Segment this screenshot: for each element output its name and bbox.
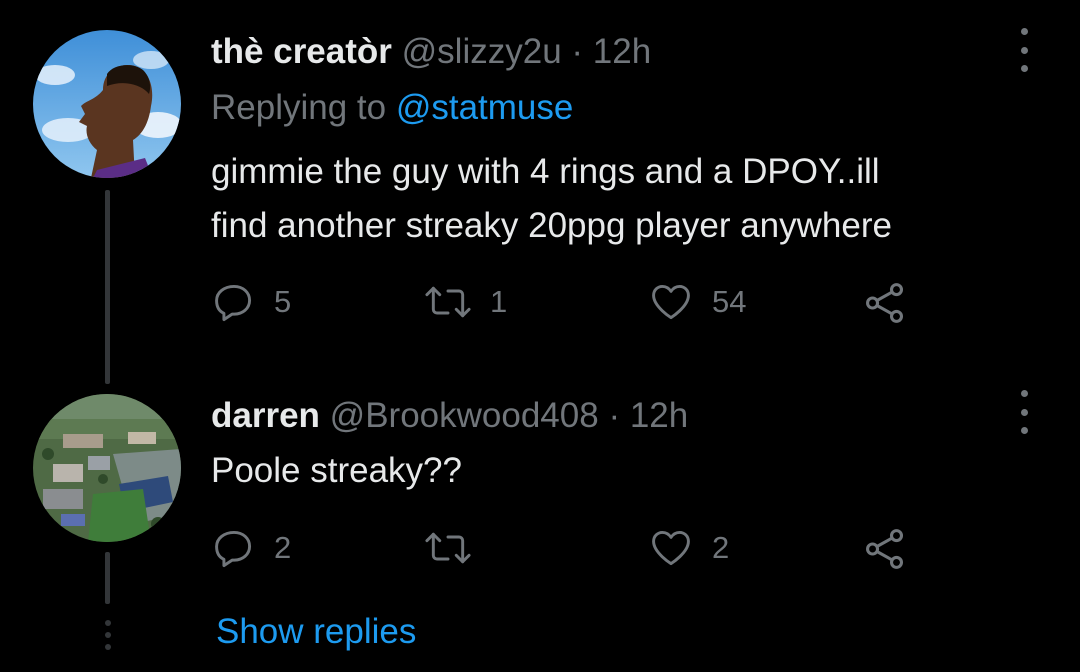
share-icon	[866, 529, 904, 569]
retweet-button[interactable]	[424, 526, 490, 570]
user-handle[interactable]: @slizzy2u	[402, 32, 562, 71]
tweet-1[interactable]: thè creatòr @slizzy2u · 12h Replying to …	[0, 0, 1080, 390]
retweet-button[interactable]: 1	[424, 280, 507, 324]
display-name[interactable]: thè creatòr	[211, 32, 392, 71]
reply-count: 2	[274, 530, 292, 565]
reply-icon	[215, 530, 252, 568]
thread-line	[105, 552, 110, 604]
tweet-text-line: Poole streaky??	[211, 451, 462, 490]
share-button[interactable]	[862, 280, 908, 326]
like-button[interactable]: 2	[648, 526, 729, 570]
thread-line	[105, 190, 110, 384]
avatar[interactable]	[33, 30, 181, 178]
timestamp[interactable]: 12h	[593, 32, 651, 71]
tweet-text: Poole streaky??	[211, 444, 462, 498]
avatar[interactable]	[33, 394, 181, 542]
heart-icon	[652, 284, 690, 320]
share-icon	[866, 283, 904, 323]
share-button[interactable]	[862, 526, 908, 572]
timestamp[interactable]: 12h	[630, 396, 688, 435]
more-icon[interactable]	[1012, 28, 1036, 72]
mention-link[interactable]: @statmuse	[396, 88, 574, 127]
retweet-icon	[425, 532, 471, 564]
like-count: 2	[712, 530, 730, 565]
tweet-text-line: find another streaky 20ppg player anywhe…	[211, 206, 892, 245]
thread-continuation-dots	[104, 620, 112, 650]
user-handle[interactable]: @Brookwood408	[330, 396, 599, 435]
separator: ·	[571, 32, 584, 71]
tweet-text-line: gimmie the guy with 4 rings and a DPOY..…	[211, 152, 880, 191]
action-bar: 2 2	[212, 526, 932, 576]
like-count: 54	[712, 284, 747, 319]
separator: ·	[608, 396, 621, 435]
like-button[interactable]: 54	[648, 280, 746, 324]
more-icon[interactable]	[1012, 390, 1036, 434]
retweet-icon	[425, 286, 471, 318]
show-replies-link[interactable]: Show replies	[216, 614, 416, 649]
tweet-2[interactable]: darren @Brookwood408 · 12h Poole streaky…	[0, 390, 1080, 672]
reply-icon	[215, 284, 252, 322]
reply-button[interactable]: 5	[212, 280, 291, 324]
heart-icon	[652, 530, 690, 566]
tweet-header: darren @Brookwood408 · 12h	[211, 398, 688, 433]
replying-prefix: Replying to	[211, 88, 396, 127]
reply-count: 5	[274, 284, 292, 319]
reply-button[interactable]: 2	[212, 526, 291, 570]
action-bar: 5 1 54	[212, 280, 932, 330]
retweet-count: 1	[490, 284, 508, 319]
replying-to: Replying to @statmuse	[211, 90, 573, 125]
tweet-header: thè creatòr @slizzy2u · 12h	[211, 34, 651, 69]
display-name[interactable]: darren	[211, 396, 320, 435]
tweet-text: gimmie the guy with 4 rings and a DPOY..…	[211, 145, 892, 253]
